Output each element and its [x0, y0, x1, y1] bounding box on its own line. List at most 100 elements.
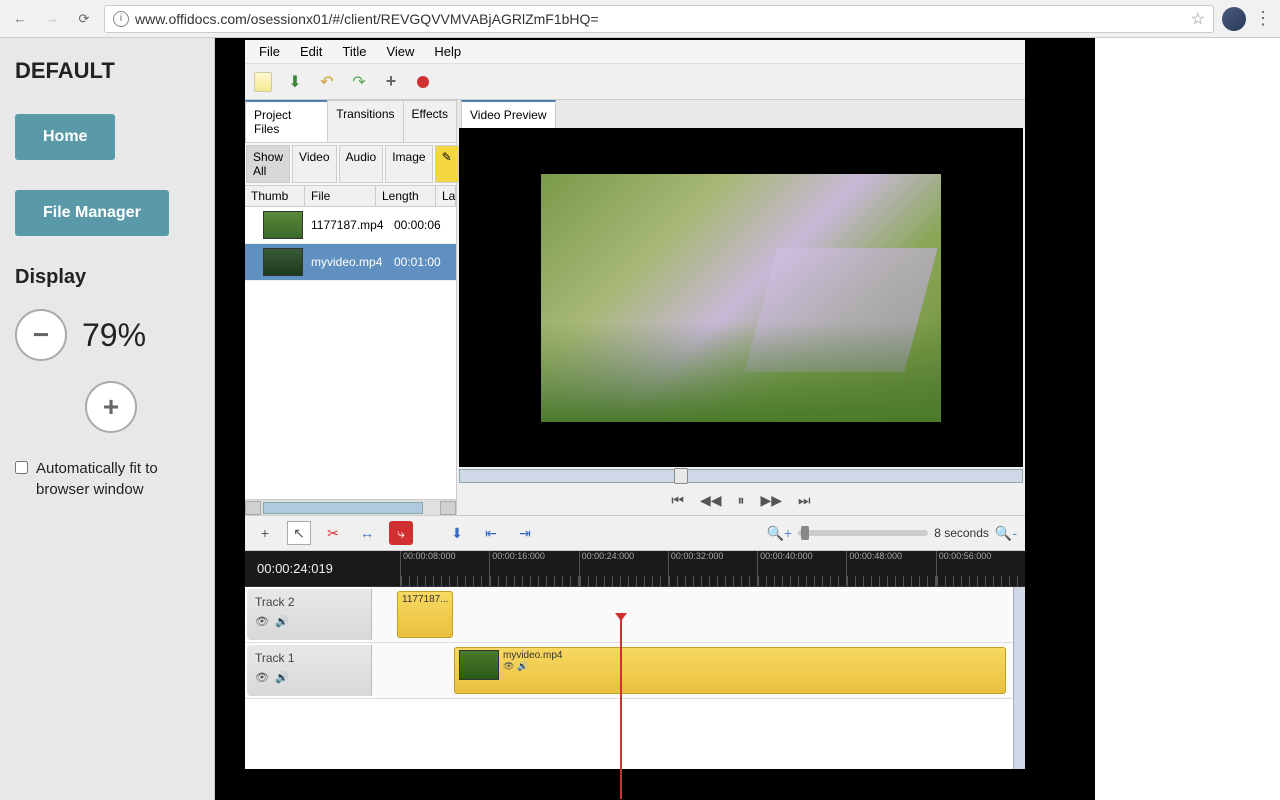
file-name: 1177187.mp4 — [311, 218, 394, 232]
preview-seek-slider[interactable] — [459, 469, 1023, 483]
sidebar-title: DEFAULT — [15, 58, 199, 84]
back-button[interactable]: ← — [8, 7, 32, 31]
audio-icon[interactable]: 🔊 — [275, 615, 289, 628]
home-button[interactable]: Home — [15, 114, 115, 160]
bookmark-star-icon[interactable]: ☆ — [1191, 9, 1205, 29]
reload-button[interactable]: ⟳ — [72, 7, 96, 31]
col-la[interactable]: La — [436, 186, 456, 206]
audio-icon[interactable]: 🔊 — [275, 671, 289, 684]
menu-file[interactable]: File — [251, 42, 288, 61]
menu-title[interactable]: Title — [334, 42, 374, 61]
menubar: File Edit Title View Help — [245, 40, 1025, 64]
timeline-ruler[interactable]: 00:00:24:019 00:00:08:000 00:00:16:000 0… — [245, 551, 1025, 587]
file-row[interactable]: 1177187.mp4 00:00:06 — [245, 207, 456, 244]
add-icon[interactable]: + — [379, 70, 403, 94]
forward-icon[interactable]: ▶▶ — [761, 492, 783, 509]
filter-audio[interactable]: Audio — [339, 145, 384, 183]
seek-thumb[interactable] — [674, 468, 688, 484]
site-info-icon[interactable]: i — [113, 11, 129, 27]
ruler-tick: 00:00:48:000 — [846, 551, 935, 586]
undo-icon[interactable]: ↶ — [315, 70, 339, 94]
tracks-scrollbar[interactable] — [1013, 587, 1025, 769]
clip-audio-icon[interactable]: 🔊 — [517, 661, 528, 671]
col-length[interactable]: Length — [376, 186, 436, 206]
skip-start-icon[interactable]: ⏮ — [671, 492, 684, 509]
ruler-tick: 00:00:32:000 — [668, 551, 757, 586]
fit-checkbox[interactable] — [15, 461, 28, 474]
menu-view[interactable]: View — [378, 42, 422, 61]
record-icon[interactable] — [411, 70, 435, 94]
tab-project-files[interactable]: Project Files — [245, 100, 328, 142]
track-body[interactable]: 1177187... — [372, 587, 1025, 642]
ruler-tick: 00:00:16:000 — [489, 551, 578, 586]
file-manager-button[interactable]: File Manager — [15, 190, 169, 236]
file-name: myvideo.mp4 — [311, 255, 394, 269]
snap-tool-icon[interactable]: ⤷ — [389, 521, 413, 545]
file-row[interactable]: myvideo.mp4 00:01:00 — [245, 244, 456, 281]
zoom-in-button[interactable]: + — [85, 381, 137, 433]
video-preview-frame — [459, 128, 1023, 467]
visibility-icon[interactable]: 👁 — [255, 615, 269, 628]
menu-edit[interactable]: Edit — [292, 42, 330, 61]
pause-icon[interactable]: ⏸ — [738, 492, 745, 509]
visibility-icon[interactable]: 👁 — [255, 671, 269, 684]
col-thumb[interactable]: Thumb — [245, 186, 305, 206]
file-length: 00:01:00 — [394, 255, 452, 269]
ruler-tick: 00:00:24:000 — [579, 551, 668, 586]
cut-tool-icon[interactable]: ✂ — [321, 521, 345, 545]
filter-image[interactable]: Image — [385, 145, 432, 183]
timeline-toolbar: + ↖ ✂ ↔ ⤷ ⬇ ⇤ ⇥ 🔍+ 8 seconds 🔍- — [245, 515, 1025, 551]
track-name: Track 2 — [255, 595, 363, 609]
rewind-icon[interactable]: ◀◀ — [700, 492, 722, 509]
zoom-percent: 79% — [82, 317, 146, 354]
menu-help[interactable]: Help — [426, 42, 469, 61]
url-bar[interactable]: i www.offidocs.com/osessionx01/#/client/… — [104, 5, 1214, 33]
fit-label: Automatically fit to browser window — [36, 458, 199, 500]
resize-tool-icon[interactable]: ↔ — [355, 521, 379, 545]
zoom-out-timeline-icon[interactable]: 🔍- — [995, 525, 1017, 542]
track-header[interactable]: Track 2 👁 🔊 — [247, 589, 372, 640]
next-marker-icon[interactable]: ⇥ — [513, 521, 537, 545]
filter-tag-icon[interactable]: ✎ — [435, 145, 459, 183]
sidebar: DEFAULT Home File Manager Display − 79% … — [0, 38, 215, 800]
redo-icon[interactable]: ↷ — [347, 70, 371, 94]
clip-thumb-icon — [459, 650, 499, 680]
filter-video[interactable]: Video — [292, 145, 336, 183]
horizontal-scrollbar[interactable] — [245, 499, 456, 515]
tab-video-preview[interactable]: Video Preview — [461, 100, 556, 128]
filter-show-all[interactable]: Show All — [246, 145, 290, 183]
marker-down-icon[interactable]: ⬇ — [445, 521, 469, 545]
clip-label: myvideo.mp4 — [503, 650, 562, 661]
playhead[interactable] — [620, 619, 622, 799]
scroll-left-icon[interactable] — [245, 501, 261, 515]
url-text: www.offidocs.com/osessionx01/#/client/RE… — [135, 11, 1185, 27]
prev-marker-icon[interactable]: ⇤ — [479, 521, 503, 545]
current-time: 00:00:24:019 — [257, 561, 333, 576]
save-icon[interactable]: ⬇ — [283, 70, 307, 94]
ruler-tick: 00:00:40:000 — [757, 551, 846, 586]
preview-panel: Video Preview ⏮ ◀◀ ⏸ ▶▶ ⏭ — [457, 100, 1025, 515]
track-header[interactable]: Track 1 👁 🔊 — [247, 645, 372, 696]
tab-effects[interactable]: Effects — [403, 100, 457, 142]
add-track-icon[interactable]: + — [253, 521, 277, 545]
new-project-icon[interactable] — [251, 70, 275, 94]
pointer-tool-icon[interactable]: ↖ — [287, 521, 311, 545]
scroll-thumb[interactable] — [263, 502, 423, 514]
forward-button[interactable]: → — [40, 7, 64, 31]
timeline-clip[interactable]: 1177187... — [397, 591, 453, 638]
display-heading: Display — [15, 266, 199, 289]
zoom-in-timeline-icon[interactable]: 🔍+ — [767, 525, 793, 542]
clip-visibility-icon[interactable]: 👁 — [503, 661, 514, 671]
chrome-menu-icon[interactable]: ⋮ — [1254, 8, 1272, 29]
profile-avatar-icon[interactable] — [1222, 7, 1246, 31]
scroll-right-icon[interactable] — [440, 501, 456, 515]
zoom-out-button[interactable]: − — [15, 309, 67, 361]
timeline-clip[interactable]: myvideo.mp4 👁 🔊 — [454, 647, 1006, 694]
col-file[interactable]: File — [305, 186, 376, 206]
zoom-slider-thumb[interactable] — [801, 526, 809, 540]
main-toolbar: ⬇ ↶ ↷ + — [245, 64, 1025, 100]
skip-end-icon[interactable]: ⏭ — [798, 492, 811, 509]
tab-transitions[interactable]: Transitions — [327, 100, 403, 142]
timeline-zoom-slider[interactable] — [798, 530, 928, 536]
track-body[interactable]: myvideo.mp4 👁 🔊 — [372, 643, 1025, 698]
